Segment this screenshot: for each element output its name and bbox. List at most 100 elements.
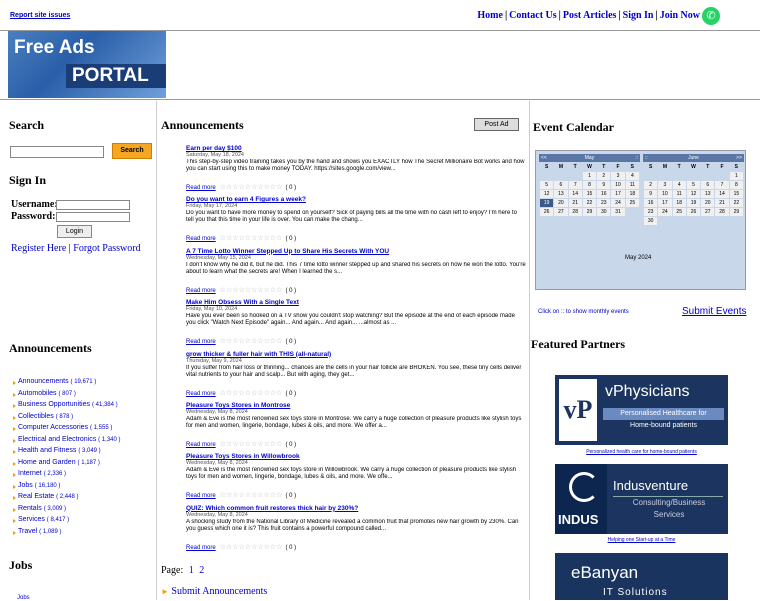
password-field[interactable] bbox=[56, 212, 130, 222]
calendar-day[interactable]: 1 bbox=[729, 172, 743, 180]
jobs-link[interactable]: Jobs bbox=[17, 595, 30, 601]
announcement-title[interactable]: Pleasure Toys Stores in Montrose bbox=[186, 402, 526, 409]
announcement-title[interactable]: grow thicker & fuller hair with THIS (al… bbox=[186, 351, 526, 358]
site-logo[interactable]: Free Ads PORTAL bbox=[8, 31, 166, 98]
nav-join-now[interactable]: Join Now bbox=[660, 10, 700, 21]
calendar-day[interactable]: 22 bbox=[729, 199, 743, 207]
search-button[interactable]: Search bbox=[112, 143, 152, 159]
calendar-prev-icon[interactable]: << bbox=[541, 154, 547, 162]
calendar-day[interactable]: 23 bbox=[597, 199, 611, 207]
calendar-day[interactable]: 28 bbox=[568, 208, 582, 216]
calendar-day[interactable]: 23 bbox=[644, 208, 658, 216]
calendar-day[interactable]: 25 bbox=[625, 199, 639, 207]
login-button[interactable]: Login bbox=[57, 225, 92, 238]
calendar-day[interactable]: 4 bbox=[625, 172, 639, 180]
calendar-day[interactable]: 29 bbox=[582, 208, 597, 216]
calendar-day[interactable]: 20 bbox=[701, 199, 715, 207]
partner-indusventure[interactable]: INDUS Indusventure Consulting/Business S… bbox=[555, 464, 728, 534]
rating-stars-icon[interactable]: ☆☆☆☆☆☆☆☆☆☆ bbox=[220, 338, 283, 345]
report-issues-link[interactable]: Report site issues bbox=[10, 12, 70, 19]
category-link[interactable]: Electrical and Electronics bbox=[18, 436, 96, 443]
read-more-link[interactable]: Read more bbox=[186, 339, 216, 345]
announcement-title[interactable]: A 7 Time Lotto Winner Stepped Up to Shar… bbox=[186, 248, 526, 255]
category-link[interactable]: Internet bbox=[18, 470, 42, 477]
category-link[interactable]: Real Estate bbox=[18, 493, 54, 500]
nav-home[interactable]: Home bbox=[477, 10, 503, 21]
category-item[interactable]: Announcements ( 19,671 ) bbox=[13, 378, 153, 390]
submit-events-link[interactable]: Submit Events bbox=[682, 306, 746, 317]
calendar-day[interactable]: 20 bbox=[554, 199, 568, 207]
calendar-day[interactable]: 7 bbox=[568, 181, 582, 189]
submit-announcements-link[interactable]: Submit Announcements bbox=[171, 586, 267, 597]
calendar-day[interactable]: 11 bbox=[625, 181, 639, 189]
calendar-day[interactable]: 14 bbox=[568, 190, 582, 198]
calendar-day[interactable]: 14 bbox=[715, 190, 729, 198]
announcement-title[interactable]: Pleasure Toys Stores in Willowbrook bbox=[186, 453, 526, 460]
category-item[interactable]: Rentals ( 3,009 ) bbox=[13, 505, 153, 517]
calendar-day[interactable]: 24 bbox=[658, 208, 672, 216]
category-item[interactable]: Collectibles ( 878 ) bbox=[13, 413, 153, 425]
partner-ebanyan[interactable]: eBanyan IT Solutions bbox=[555, 553, 728, 600]
category-link[interactable]: Announcements bbox=[18, 378, 69, 385]
category-link[interactable]: Business Opportunities bbox=[18, 401, 90, 408]
calendar-day[interactable]: 3 bbox=[611, 172, 625, 180]
calendar-day[interactable]: 13 bbox=[554, 190, 568, 198]
calendar-day[interactable]: 15 bbox=[582, 190, 597, 198]
calendar-day[interactable]: 26 bbox=[686, 208, 701, 216]
category-item[interactable]: Internet ( 2,336 ) bbox=[13, 470, 153, 482]
calendar-day[interactable]: 5 bbox=[686, 181, 701, 189]
calendar-day[interactable]: 8 bbox=[582, 181, 597, 189]
calendar-day[interactable]: 3 bbox=[658, 181, 672, 189]
rating-stars-icon[interactable]: ☆☆☆☆☆☆☆☆☆☆ bbox=[220, 390, 283, 397]
calendar-day[interactable]: 21 bbox=[568, 199, 582, 207]
calendar-day[interactable]: 15 bbox=[729, 190, 743, 198]
read-more-link[interactable]: Read more bbox=[186, 442, 216, 448]
calendar-day[interactable]: 22 bbox=[582, 199, 597, 207]
category-link[interactable]: Collectibles bbox=[18, 413, 54, 420]
announcement-title[interactable]: Make Him Obsess With a Single Text bbox=[186, 299, 526, 306]
category-link[interactable]: Automobiles bbox=[18, 390, 57, 397]
calendar-day[interactable]: 6 bbox=[554, 181, 568, 189]
calendar-day[interactable]: 9 bbox=[644, 190, 658, 198]
announcement-title[interactable]: Earn per day $100 bbox=[186, 145, 526, 152]
calendar-day[interactable]: 13 bbox=[701, 190, 715, 198]
username-field[interactable] bbox=[56, 200, 130, 210]
calendar-day[interactable]: 30 bbox=[644, 217, 658, 225]
register-link[interactable]: Register Here bbox=[11, 243, 66, 254]
calendar-day[interactable]: 6 bbox=[701, 181, 715, 189]
calendar-day[interactable]: 29 bbox=[729, 208, 743, 216]
read-more-link[interactable]: Read more bbox=[186, 545, 216, 551]
category-item[interactable]: Services ( 8,417 ) bbox=[13, 516, 153, 528]
rating-stars-icon[interactable]: ☆☆☆☆☆☆☆☆☆☆ bbox=[220, 184, 283, 191]
calendar-day[interactable]: 19 bbox=[686, 199, 701, 207]
category-item[interactable]: Computer Accessories ( 1,555 ) bbox=[13, 424, 153, 436]
category-link[interactable]: Rentals bbox=[18, 505, 42, 512]
calendar-day[interactable]: 12 bbox=[540, 190, 554, 198]
announcement-title[interactable]: QUIZ: Which common fruit restores thick … bbox=[186, 505, 526, 512]
calendar-next-icon[interactable]: >> bbox=[736, 154, 742, 162]
calendar-day[interactable]: 2 bbox=[597, 172, 611, 180]
read-more-link[interactable]: Read more bbox=[186, 288, 216, 294]
partner-caption[interactable]: Personalized health care for home-bound … bbox=[555, 449, 728, 455]
calendar-day[interactable]: 18 bbox=[672, 199, 686, 207]
rating-stars-icon[interactable]: ☆☆☆☆☆☆☆☆☆☆ bbox=[220, 235, 283, 242]
category-item[interactable]: Electrical and Electronics ( 1,340 ) bbox=[13, 436, 153, 448]
category-link[interactable]: Home and Garden bbox=[18, 459, 76, 466]
calendar-day[interactable]: 24 bbox=[611, 199, 625, 207]
announcement-title[interactable]: Do you want to earn 4 Figures a week? bbox=[186, 196, 526, 203]
calendar-day[interactable]: 25 bbox=[672, 208, 686, 216]
calendar-day[interactable]: 30 bbox=[597, 208, 611, 216]
read-more-link[interactable]: Read more bbox=[186, 493, 216, 499]
nav-post-articles[interactable]: Post Articles bbox=[563, 10, 617, 21]
calendar-day[interactable]: 27 bbox=[701, 208, 715, 216]
calendar-day[interactable]: 19 bbox=[540, 199, 554, 207]
read-more-link[interactable]: Read more bbox=[186, 236, 216, 242]
calendar-day[interactable]: 1 bbox=[582, 172, 597, 180]
rating-stars-icon[interactable]: ☆☆☆☆☆☆☆☆☆☆ bbox=[220, 492, 283, 499]
rating-stars-icon[interactable]: ☆☆☆☆☆☆☆☆☆☆ bbox=[220, 544, 283, 551]
page-link-2[interactable]: 2 bbox=[199, 565, 204, 576]
whatsapp-icon[interactable]: ✆ bbox=[702, 7, 720, 25]
calendar-day[interactable]: 18 bbox=[625, 190, 639, 198]
calendar-day[interactable]: 8 bbox=[729, 181, 743, 189]
calendar-day[interactable]: 28 bbox=[715, 208, 729, 216]
